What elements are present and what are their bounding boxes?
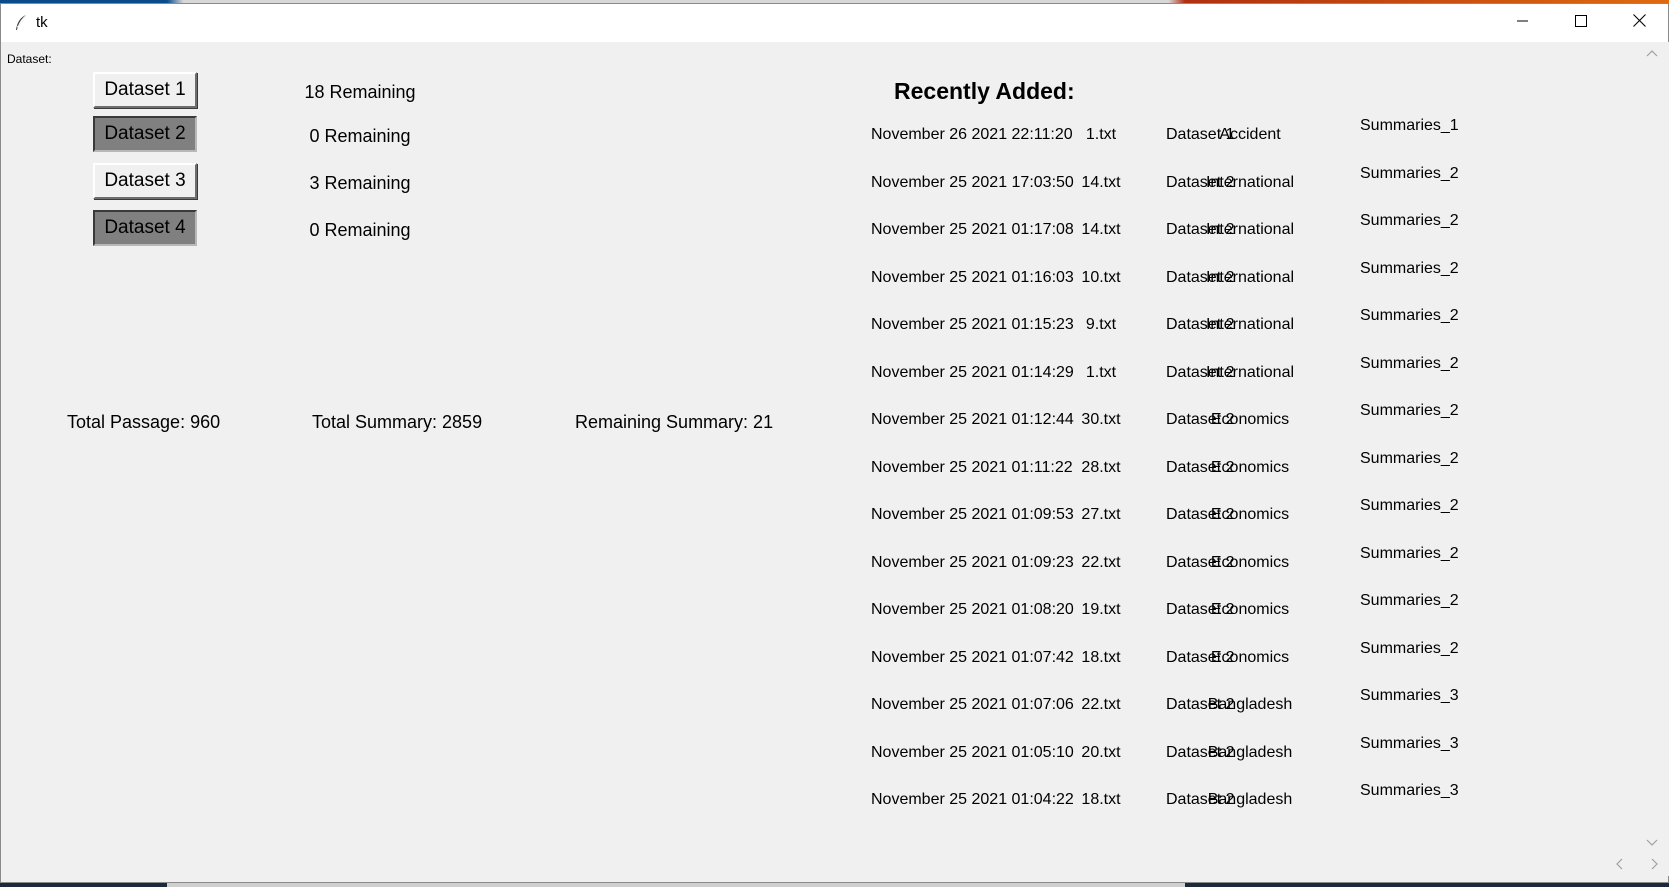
row-summary: Summaries_3 — [1360, 782, 1459, 799]
close-icon — [1632, 14, 1646, 32]
row-summary: Summaries_2 — [1360, 497, 1459, 514]
recent-row: November 25 2021 01:04:22 18.txt Dataset 2… — [1, 782, 1669, 825]
chevron-down-icon[interactable] — [1646, 836, 1658, 850]
dataset-1-remaining: 18 Remaining — [304, 82, 416, 102]
row-summary: Summaries_2 — [1360, 354, 1459, 372]
row-summary: Summaries_2 — [1360, 212, 1459, 229]
row-category: Economics — [1210, 411, 1290, 428]
row-date: November 25 2021 01:09:23 — [871, 553, 1074, 571]
minimize-icon — [1517, 14, 1529, 32]
row-file: 1.txt — [1085, 126, 1117, 143]
row-category: Economics — [1210, 601, 1290, 618]
recent-row: November 25 2021 01:09:53 27.txt Dataset 2… — [1, 497, 1669, 540]
maximize-button[interactable] — [1552, 4, 1610, 42]
row-file: 14.txt — [1081, 173, 1121, 191]
row-summary: Summaries_2 — [1360, 639, 1459, 657]
row-date: November 25 2021 01:16:03 — [871, 268, 1074, 286]
row-category: Bangladesh — [1207, 743, 1293, 761]
row-date: November 25 2021 01:07:06 — [871, 696, 1074, 713]
row-file: 9.txt — [1085, 316, 1117, 333]
row-file: 30.txt — [1081, 411, 1121, 428]
recent-row: November 25 2021 01:08:20 19.txt Dataset 2… — [1, 592, 1669, 635]
row-file: 10.txt — [1081, 268, 1121, 286]
row-category: International — [1205, 363, 1295, 381]
row-category: Accident — [1219, 126, 1281, 143]
row-date: November 25 2021 01:07:42 — [871, 648, 1074, 666]
row-file: 1.txt — [1085, 363, 1117, 381]
row-date: November 25 2021 01:05:10 — [871, 743, 1074, 761]
row-date: November 25 2021 01:08:20 — [871, 601, 1074, 618]
row-category: International — [1205, 268, 1295, 286]
row-category: Economics — [1210, 458, 1290, 476]
row-category: Economics — [1210, 553, 1290, 571]
row-date: November 25 2021 01:15:23 — [871, 316, 1074, 333]
chevron-right-icon[interactable] — [1651, 858, 1659, 873]
row-summary: Summaries_2 — [1360, 544, 1459, 562]
row-file: 22.txt — [1081, 553, 1121, 571]
row-file: 28.txt — [1081, 458, 1121, 476]
row-file: 19.txt — [1081, 601, 1121, 618]
row-date: November 25 2021 01:12:44 — [871, 411, 1074, 428]
row-summary: Summaries_3 — [1360, 687, 1459, 704]
row-date: November 25 2021 01:17:08 — [871, 221, 1074, 238]
app-window: tk Dataset: Dataset 1 Dataset 2 Dataset … — [0, 3, 1669, 883]
vertical-scrollbar[interactable] — [1635, 42, 1669, 852]
chevron-up-icon[interactable] — [1646, 46, 1658, 60]
row-date: November 25 2021 01:11:22 — [871, 458, 1073, 476]
dataset-label: Dataset: — [7, 52, 52, 66]
horizontal-scrollbar[interactable] — [1601, 852, 1669, 876]
row-date: November 25 2021 01:14:29 — [871, 363, 1074, 381]
row-summary: Summaries_3 — [1360, 734, 1459, 752]
title-bar[interactable]: tk — [1, 4, 1668, 42]
recent-row: November 25 2021 01:05:10 20.txt Dataset 2… — [1, 734, 1669, 778]
row-category: Economics — [1210, 648, 1290, 666]
row-summary: Summaries_2 — [1360, 307, 1459, 324]
row-category: International — [1205, 221, 1295, 238]
row-summary: Summaries_2 — [1360, 449, 1459, 467]
recent-row: November 25 2021 01:07:42 18.txt Dataset 2… — [1, 639, 1669, 683]
recent-row: November 25 2021 01:15:23 9.txt Dataset 2I… — [1, 307, 1669, 350]
row-date: November 25 2021 17:03:50 — [871, 173, 1074, 191]
recent-row: November 25 2021 01:11:22 28.txt Dataset 2… — [1, 449, 1669, 493]
row-category: Bangladesh — [1207, 696, 1293, 713]
row-file: 20.txt — [1081, 743, 1121, 761]
row-category: International — [1205, 316, 1295, 333]
row-summary: Summaries_2 — [1360, 402, 1459, 419]
row-summary: Summaries_1 — [1360, 117, 1459, 134]
recent-row: November 25 2021 01:09:23 22.txt Dataset 2… — [1, 544, 1669, 588]
row-summary: Summaries_2 — [1360, 164, 1459, 182]
row-file: 22.txt — [1081, 696, 1121, 713]
chevron-left-icon[interactable] — [1615, 858, 1623, 873]
window-title: tk — [36, 14, 48, 31]
row-file: 18.txt — [1081, 648, 1121, 666]
row-category: International — [1205, 173, 1295, 191]
feather-icon — [13, 14, 29, 32]
dataset-1-button[interactable]: Dataset 1 — [93, 72, 197, 108]
taskbar-edge — [0, 883, 1669, 887]
row-date: November 25 2021 01:04:22 — [871, 791, 1074, 808]
row-file: 27.txt — [1081, 506, 1121, 523]
row-date: November 26 2021 22:11:20 — [871, 126, 1073, 143]
recent-row: November 25 2021 01:12:44 30.txt Dataset 2… — [1, 402, 1669, 445]
row-category: Economics — [1210, 506, 1290, 523]
recent-row: November 25 2021 01:07:06 22.txt Dataset 2… — [1, 687, 1669, 730]
row-file: 18.txt — [1081, 791, 1121, 808]
recent-row: November 25 2021 01:17:08 14.txt Dataset 2… — [1, 212, 1669, 255]
row-summary: Summaries_2 — [1360, 592, 1459, 609]
recently-added-title: Recently Added: — [894, 78, 1075, 104]
recent-row: November 25 2021 01:14:29 1.txt Dataset 2I… — [1, 354, 1669, 398]
row-date: November 25 2021 01:09:53 — [871, 506, 1074, 523]
recent-row: November 26 2021 22:11:20 1.txt Dataset 1A… — [1, 117, 1669, 160]
recent-row: November 25 2021 17:03:50 14.txt Dataset 2… — [1, 164, 1669, 208]
minimize-button[interactable] — [1494, 4, 1552, 42]
recent-row: November 25 2021 01:16:03 10.txt Dataset 2… — [1, 259, 1669, 303]
maximize-icon — [1575, 14, 1587, 32]
row-category: Bangladesh — [1207, 791, 1293, 808]
row-summary: Summaries_2 — [1360, 259, 1459, 277]
close-button[interactable] — [1610, 4, 1668, 42]
row-file: 14.txt — [1081, 221, 1121, 238]
client-area: Dataset: Dataset 1 Dataset 2 Dataset 3 D… — [1, 42, 1669, 882]
